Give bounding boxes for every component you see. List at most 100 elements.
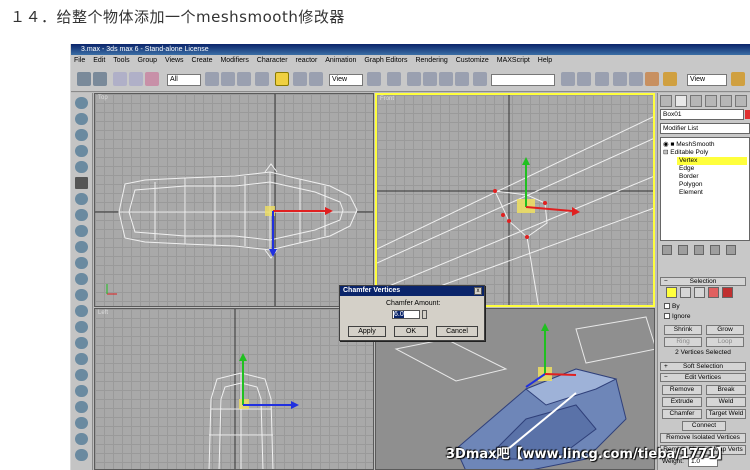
reference-coordinate-dropdown[interactable]: View (329, 74, 363, 86)
create-animation-icon[interactable] (75, 449, 88, 461)
motion-tab-icon[interactable] (705, 95, 717, 107)
loop-button[interactable]: Loop (706, 337, 744, 347)
cancel-button[interactable]: Cancel (436, 326, 478, 337)
stack-item-edge[interactable]: Edge (677, 165, 747, 173)
render-scene-icon[interactable] (663, 72, 677, 86)
menu-edit[interactable]: Edit (93, 57, 105, 64)
menu-help[interactable]: Help (538, 57, 552, 64)
element-mode-icon[interactable] (722, 287, 733, 298)
schematic-view-icon[interactable] (629, 72, 643, 86)
viewport-left[interactable]: Left (94, 308, 374, 470)
soft-body-icon[interactable] (75, 145, 88, 157)
stack-item-border[interactable]: Border (677, 173, 747, 181)
dashpot-icon[interactable] (75, 225, 88, 237)
viewport-front[interactable]: Front (375, 93, 655, 307)
connect-button[interactable]: Connect (682, 421, 726, 431)
chamfer-button[interactable]: Chamfer (662, 409, 702, 419)
ok-button[interactable]: OK (394, 326, 428, 337)
pin-stack-icon[interactable] (662, 245, 672, 255)
quick-render-icon[interactable] (731, 72, 745, 86)
break-button[interactable]: Break (706, 385, 746, 395)
create-tab-icon[interactable] (660, 95, 672, 107)
shrink-button[interactable]: Shrink (664, 325, 702, 335)
menu-character[interactable]: Character (257, 57, 288, 64)
vertex-mode-icon[interactable] (666, 287, 677, 298)
rigid-body-icon[interactable] (75, 113, 88, 125)
rope-icon[interactable] (75, 161, 88, 173)
toy-car-icon[interactable] (75, 273, 88, 285)
reactor-icon[interactable] (75, 97, 88, 109)
object-name-field[interactable]: Box01 (660, 109, 744, 120)
deforming-mesh-icon[interactable] (75, 177, 88, 189)
percent-snap-icon[interactable] (439, 72, 453, 86)
menu-maxscript[interactable]: MAXScript (497, 57, 530, 64)
fracture-icon[interactable] (75, 289, 88, 301)
remove-modifier-icon[interactable] (710, 245, 720, 255)
remove-isolated-vertices-button[interactable]: Remove Isolated Vertices (660, 433, 746, 443)
object-color-swatch[interactable] (745, 110, 750, 119)
constraint-solver-icon[interactable] (75, 321, 88, 333)
unlink-icon[interactable] (129, 72, 143, 86)
named-selection-set-dropdown[interactable] (491, 74, 555, 86)
point-to-point-icon[interactable] (75, 353, 88, 365)
chamfer-amount-input[interactable]: 6.0 (392, 310, 420, 319)
border-mode-icon[interactable] (694, 287, 705, 298)
snap-toggle-icon[interactable] (407, 72, 421, 86)
curve-editor-icon[interactable] (613, 72, 627, 86)
spring-icon[interactable] (75, 209, 88, 221)
stack-item-element[interactable]: Element (677, 189, 747, 197)
display-tab-icon[interactable] (720, 95, 732, 107)
stack-item-meshsmooth[interactable]: ◉ ■ MeshSmooth (663, 141, 715, 149)
material-editor-icon[interactable] (645, 72, 659, 86)
by-vertex-checkbox[interactable]: By (664, 303, 680, 311)
selection-rollout[interactable]: − Selection (660, 277, 746, 286)
plane-icon[interactable] (75, 193, 88, 205)
hierarchy-tab-icon[interactable] (690, 95, 702, 107)
selection-filter-dropdown[interactable]: All (167, 74, 201, 86)
utilities-tab-icon[interactable] (735, 95, 747, 107)
analyze-icon[interactable] (75, 433, 88, 445)
make-unique-icon[interactable] (694, 245, 704, 255)
ring-button[interactable]: Ring (664, 337, 702, 347)
undo-icon[interactable] (77, 72, 91, 86)
grow-button[interactable]: Grow (706, 325, 744, 335)
polygon-mode-icon[interactable] (708, 287, 719, 298)
modify-tab-icon[interactable] (675, 95, 687, 107)
ignore-backfacing-checkbox[interactable]: Ignore (664, 313, 690, 321)
select-object-icon[interactable] (205, 72, 219, 86)
window-crossing-icon[interactable] (255, 72, 269, 86)
cloth-icon[interactable] (75, 129, 88, 141)
dialog-close-button[interactable]: x (474, 287, 482, 295)
select-by-name-icon[interactable] (221, 72, 235, 86)
motor-icon[interactable] (75, 241, 88, 253)
target-weld-button[interactable]: Target Weld (706, 409, 746, 419)
show-end-result-icon[interactable] (678, 245, 688, 255)
mirror-icon[interactable] (561, 72, 575, 86)
menu-reactor[interactable]: reactor (295, 57, 317, 64)
water-icon[interactable] (75, 305, 88, 317)
menu-create[interactable]: Create (191, 57, 212, 64)
prismatic-icon[interactable] (75, 369, 88, 381)
select-manipulate-icon[interactable] (387, 72, 401, 86)
remove-button[interactable]: Remove (662, 385, 702, 395)
modifier-list-dropdown[interactable]: Modifier List (660, 123, 750, 134)
menu-animation[interactable]: Animation (325, 57, 356, 64)
angle-snap-icon[interactable] (423, 72, 437, 86)
extrude-button[interactable]: Extrude (662, 397, 702, 407)
hinge-icon[interactable] (75, 337, 88, 349)
bind-space-warp-icon[interactable] (145, 72, 159, 86)
preview-icon[interactable] (75, 417, 88, 429)
soft-selection-rollout[interactable]: + Soft Selection (660, 362, 746, 371)
selection-region-icon[interactable] (237, 72, 251, 86)
menu-group[interactable]: Group (138, 57, 157, 64)
stack-item-vertex[interactable]: Vertex (677, 157, 747, 165)
align-icon[interactable] (577, 72, 591, 86)
stack-item-editable-poly[interactable]: ⊟ Editable Poly (663, 149, 708, 157)
wind-icon[interactable] (75, 257, 88, 269)
link-icon[interactable] (113, 72, 127, 86)
menu-views[interactable]: Views (165, 57, 184, 64)
pivot-point-icon[interactable] (367, 72, 381, 86)
car-wheel-icon[interactable] (75, 385, 88, 397)
menu-customize[interactable]: Customize (456, 57, 489, 64)
ragdoll-icon[interactable] (75, 401, 88, 413)
